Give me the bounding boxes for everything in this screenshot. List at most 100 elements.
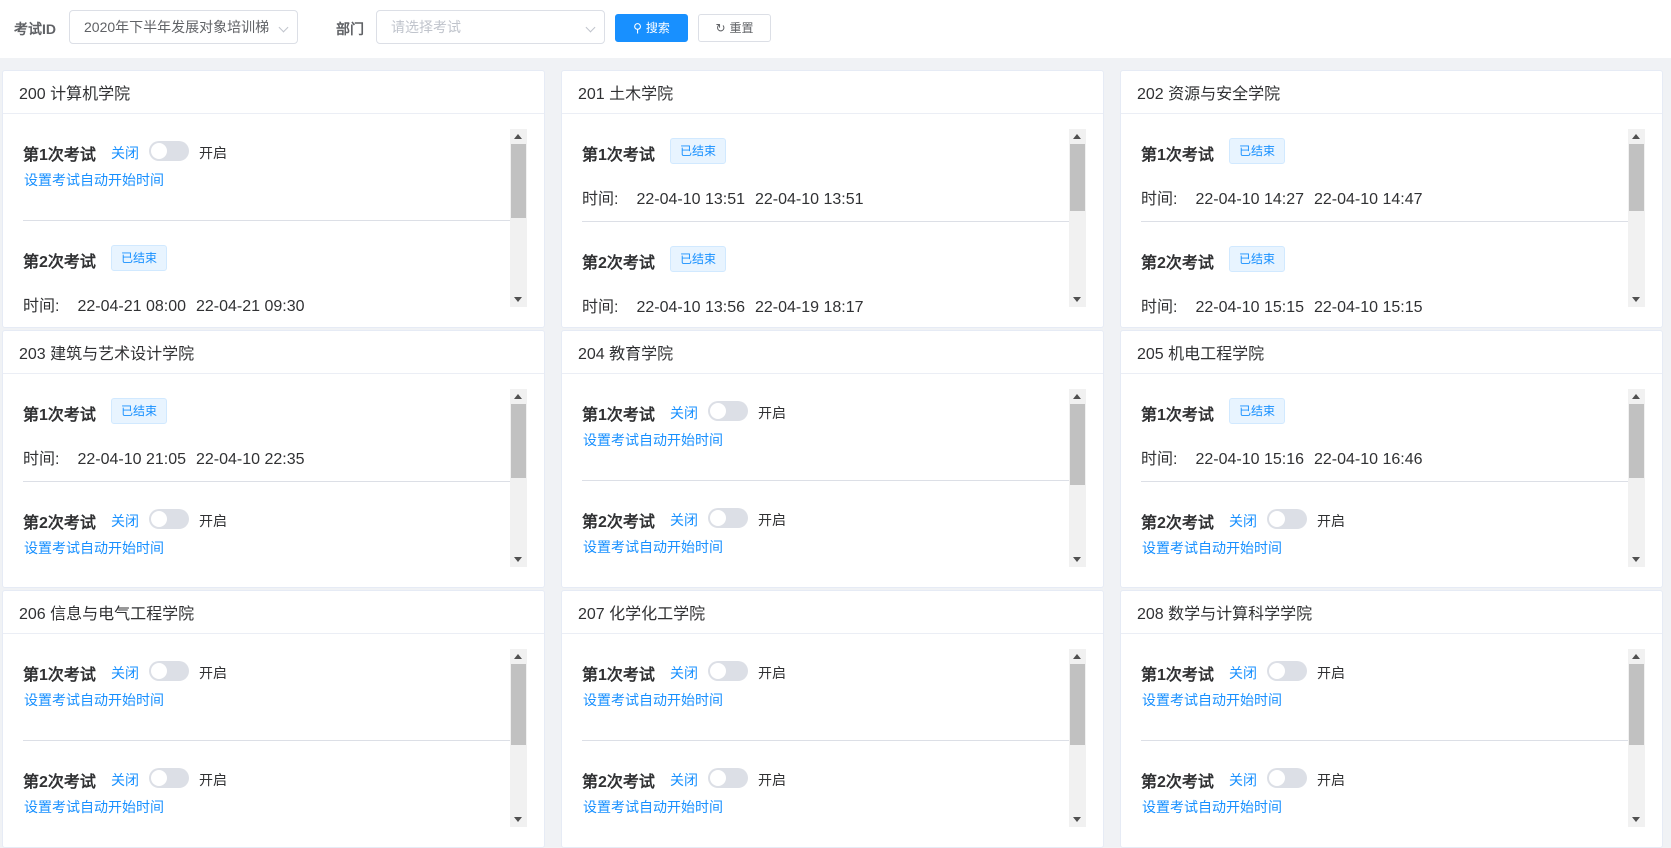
set-auto-start-link[interactable]: 设置考试自动开始时间 xyxy=(24,797,164,817)
scroll-up-arrow-icon[interactable] xyxy=(1073,134,1081,139)
exam-time-row: 时间: 22-04-10 13:56 22-04-19 18:17 xyxy=(582,293,864,317)
exam-list[interactable]: 第1次考试 关闭 开启 设置考试自动开始时间 第2次考试 关闭 开启 设置考试自动开始时间 xyxy=(582,389,1070,581)
set-auto-start-link[interactable]: 设置考试自动开始时间 xyxy=(24,170,164,190)
exam-divider xyxy=(1141,740,1629,741)
exam-list[interactable]: 第1次考试 关闭 开启 设置考试自动开始时间 第2次考试 关闭 开启 设置考试自动开始时间 xyxy=(1141,649,1629,841)
scroll-down-arrow-icon[interactable] xyxy=(514,557,522,562)
scrollbar[interactable] xyxy=(510,129,527,307)
exam-time-row: 时间: 22-04-21 08:00 22-04-21 09:30 xyxy=(23,292,305,316)
time-label: 时间: xyxy=(1141,451,1178,468)
switch-off-label: 关闭 xyxy=(111,145,139,161)
auto-start-switch[interactable] xyxy=(708,661,748,681)
exam-time-row: 时间: 22-04-10 15:16 22-04-10 16:46 xyxy=(1141,445,1423,469)
scroll-up-arrow-icon[interactable] xyxy=(1632,394,1640,399)
switch-off-label: 关闭 xyxy=(670,405,698,421)
scrollbar[interactable] xyxy=(510,649,527,827)
auto-start-switch[interactable] xyxy=(149,661,189,681)
auto-start-switch[interactable] xyxy=(1267,661,1307,681)
exam-list[interactable]: 第1次考试 已结束 时间: 22-04-10 15:16 22-04-10 16:46 第… xyxy=(1141,389,1629,581)
scroll-up-arrow-icon[interactable] xyxy=(514,394,522,399)
scroll-down-arrow-icon[interactable] xyxy=(1632,297,1640,302)
exam-list[interactable]: 第1次考试 关闭 开启 设置考试自动开始时间 第2次考试 关闭 开启 设置考试自动开始时间 xyxy=(23,649,511,841)
auto-start-switch[interactable] xyxy=(149,509,189,529)
exam-name: 第2次考试 xyxy=(1141,515,1214,532)
scrollbar-thumb[interactable] xyxy=(511,664,526,745)
scrollbar[interactable] xyxy=(1628,129,1645,307)
college-card: 206 信息与电气工程学院 第1次考试 关闭 开启 设置考试自动开始时间 第2次考试 关闭开… xyxy=(2,590,545,848)
scroll-down-arrow-icon[interactable] xyxy=(1632,817,1640,822)
scrollbar-thumb[interactable] xyxy=(1070,144,1085,211)
scroll-up-arrow-icon[interactable] xyxy=(1073,394,1081,399)
scroll-up-arrow-icon[interactable] xyxy=(514,134,522,139)
start-time: 22-04-10 21:05 xyxy=(77,451,186,468)
scroll-down-arrow-icon[interactable] xyxy=(514,817,522,822)
chevron-down-icon xyxy=(585,22,596,33)
auto-start-switch[interactable] xyxy=(708,508,748,528)
set-auto-start-link[interactable]: 设置考试自动开始时间 xyxy=(24,690,164,710)
exam-list[interactable]: 第1次考试 已结束 时间: 22-04-10 13:51 22-04-10 13:51 第… xyxy=(582,129,1070,321)
set-auto-start-link[interactable]: 设置考试自动开始时间 xyxy=(583,537,723,557)
auto-start-switch[interactable] xyxy=(149,141,189,161)
dept-select[interactable]: 请选择考试 xyxy=(376,10,605,44)
exam-name: 第2次考试 xyxy=(582,514,655,531)
exam-time-row: 时间: 22-04-10 15:15 22-04-10 15:15 xyxy=(1141,293,1423,317)
scrollbar-thumb[interactable] xyxy=(1629,144,1644,211)
reset-button[interactable]: ↻ 重置 xyxy=(698,14,771,42)
scroll-down-arrow-icon[interactable] xyxy=(1632,557,1640,562)
scrollbar[interactable] xyxy=(1069,649,1086,827)
set-auto-start-link[interactable]: 设置考试自动开始时间 xyxy=(583,797,723,817)
scroll-up-arrow-icon[interactable] xyxy=(1632,654,1640,659)
exam-name: 第2次考试 xyxy=(582,255,655,272)
scrollbar-thumb[interactable] xyxy=(1070,404,1085,485)
switch-off-label: 关闭 xyxy=(1229,665,1257,681)
set-auto-start-link[interactable]: 设置考试自动开始时间 xyxy=(1142,797,1282,817)
scroll-down-arrow-icon[interactable] xyxy=(514,297,522,302)
switch-knob xyxy=(1269,663,1285,679)
status-badge: 已结束 xyxy=(1229,138,1285,164)
set-auto-start-link[interactable]: 设置考试自动开始时间 xyxy=(583,430,723,450)
scrollbar[interactable] xyxy=(1069,389,1086,567)
auto-start-switch[interactable] xyxy=(708,401,748,421)
status-badge: 已结束 xyxy=(1229,246,1285,272)
filter-toolbar: 考试ID 2020年下半年发展对象培训梯 部门 请选择考试 ⚲ 搜索 ↻ 重置 xyxy=(0,0,1671,58)
scroll-up-arrow-icon[interactable] xyxy=(514,654,522,659)
set-auto-start-link[interactable]: 设置考试自动开始时间 xyxy=(24,538,164,558)
scrollbar-thumb[interactable] xyxy=(1070,664,1085,745)
set-auto-start-link[interactable]: 设置考试自动开始时间 xyxy=(583,690,723,710)
auto-start-switch[interactable] xyxy=(1267,768,1307,788)
exam-id-select[interactable]: 2020年下半年发展对象培训梯 xyxy=(69,10,298,44)
time-label: 时间: xyxy=(582,299,619,316)
auto-start-switch[interactable] xyxy=(1267,509,1307,529)
scrollbar[interactable] xyxy=(1628,389,1645,567)
exam-list[interactable]: 第1次考试 已结束 时间: 22-04-10 14:27 22-04-10 14:47 第… xyxy=(1141,129,1629,321)
status-badge: 已结束 xyxy=(1229,398,1285,424)
end-time: 22-04-10 16:46 xyxy=(1313,451,1423,468)
scrollbar[interactable] xyxy=(1069,129,1086,307)
scroll-up-arrow-icon[interactable] xyxy=(1073,654,1081,659)
card-title: 203 建筑与艺术设计学院 xyxy=(3,331,544,374)
scrollbar-thumb[interactable] xyxy=(1629,404,1644,478)
scrollbar[interactable] xyxy=(510,389,527,567)
time-label: 时间: xyxy=(582,191,619,208)
exam-list[interactable]: 第1次考试 关闭 开启 设置考试自动开始时间 第2次考试 关闭 开启 设置考试自动开始时间 xyxy=(582,649,1070,841)
set-auto-start-link[interactable]: 设置考试自动开始时间 xyxy=(1142,690,1282,710)
search-button[interactable]: ⚲ 搜索 xyxy=(615,14,688,42)
scrollbar[interactable] xyxy=(1628,649,1645,827)
scroll-down-arrow-icon[interactable] xyxy=(1073,557,1081,562)
scroll-down-arrow-icon[interactable] xyxy=(1073,817,1081,822)
scrollbar-thumb[interactable] xyxy=(511,144,526,218)
college-card: 202 资源与安全学院 第1次考试 已结束 时间: 22-04-10 14:27 22-0… xyxy=(1120,70,1663,328)
set-auto-start-link[interactable]: 设置考试自动开始时间 xyxy=(1142,538,1282,558)
auto-start-switch[interactable] xyxy=(708,768,748,788)
scrollbar-thumb[interactable] xyxy=(511,404,526,478)
card-title: 204 教育学院 xyxy=(562,331,1103,374)
switch-knob xyxy=(710,663,726,679)
switch-knob xyxy=(151,663,167,679)
scroll-down-arrow-icon[interactable] xyxy=(1073,297,1081,302)
auto-start-switch[interactable] xyxy=(149,768,189,788)
switch-on-label: 开启 xyxy=(1317,772,1345,788)
exam-list[interactable]: 第1次考试 关闭 开启 设置考试自动开始时间 第2次考试 已结束 时间: 22-04-21 0… xyxy=(23,129,511,321)
scroll-up-arrow-icon[interactable] xyxy=(1632,134,1640,139)
scrollbar-thumb[interactable] xyxy=(1629,664,1644,745)
exam-list[interactable]: 第1次考试 已结束 时间: 22-04-10 21:05 22-04-10 22:35 第… xyxy=(23,389,511,581)
